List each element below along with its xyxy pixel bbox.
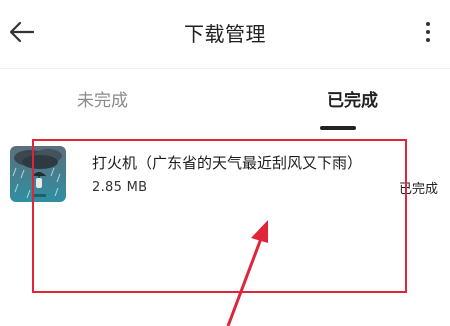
download-status: 已完成	[398, 182, 438, 197]
header-divider	[0, 68, 450, 69]
tab-completed[interactable]: 已完成	[225, 70, 450, 132]
active-tab-indicator	[320, 126, 356, 130]
download-size: 2.85 MB	[92, 180, 148, 195]
tab-incomplete-label: 未完成	[77, 91, 128, 111]
tab-bar: 未完成 已完成	[0, 70, 450, 132]
app-header: 下载管理	[0, 0, 450, 64]
download-title: 打火机（广东省的天气最近刮风又下雨）	[92, 154, 363, 172]
rainy-weather-thumbnail	[10, 146, 66, 202]
page-title: 下载管理	[184, 22, 266, 46]
more-vertical-icon-dot	[426, 30, 430, 34]
more-vertical-icon-dot	[426, 38, 430, 42]
more-options-button[interactable]	[414, 12, 442, 52]
tab-completed-label: 已完成	[327, 91, 378, 111]
tab-incomplete[interactable]: 未完成	[0, 70, 225, 132]
download-list-item[interactable]: 打火机（广东省的天气最近刮风又下雨） 2.85 MB 已完成	[0, 140, 450, 210]
more-vertical-icon	[426, 22, 430, 26]
